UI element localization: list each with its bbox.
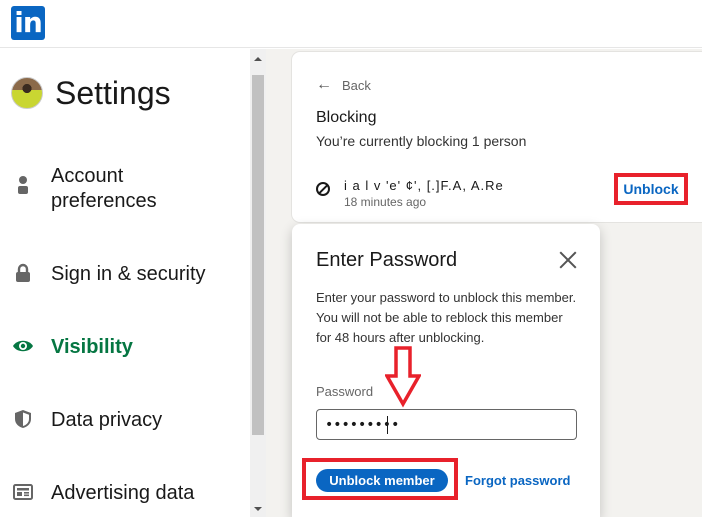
linkedin-logo[interactable]: in <box>11 6 45 40</box>
shield-icon <box>15 410 31 428</box>
back-button[interactable]: ← Back <box>316 76 371 94</box>
section-title: Blocking <box>316 109 377 126</box>
sidebar-item-label: Account preferences <box>51 165 157 212</box>
password-input[interactable] <box>316 409 577 440</box>
scroll-down-arrow-icon[interactable] <box>254 507 262 511</box>
password-label: Password <box>316 384 374 399</box>
sidebar-item-account-preferences[interactable]: Account preferences <box>0 164 250 216</box>
blocked-time: 18 minutes ago <box>344 195 427 209</box>
sidebar-item-label: Advertising data <box>51 482 195 504</box>
annotation-arrow-down-icon <box>385 346 421 408</box>
sidebar-item-label: Visibility <box>51 336 133 358</box>
forgot-password-link[interactable]: Forgot password <box>465 473 570 488</box>
dialog-title: Enter Password <box>316 249 458 271</box>
block-icon <box>316 182 330 196</box>
sidebar-item-label: Data privacy <box>51 409 163 431</box>
page-title: Settings <box>55 75 171 111</box>
eye-icon <box>13 340 33 352</box>
sidebar-item-data-privacy[interactable]: Data privacy <box>0 408 250 433</box>
lock-icon <box>16 263 30 282</box>
unblock-member-button[interactable]: Unblock member <box>316 469 448 492</box>
sidebar-item-sign-in-security[interactable]: Sign in & security <box>0 262 250 287</box>
scrollbar-thumb[interactable] <box>252 75 264 435</box>
back-label: Back <box>342 77 371 93</box>
sidebar-item-label: Sign in & security <box>51 263 206 285</box>
scroll-up-arrow-icon[interactable] <box>254 57 262 61</box>
text-caret <box>387 416 388 434</box>
unblock-button[interactable]: Unblock <box>614 173 688 205</box>
ad-icon <box>13 484 33 500</box>
top-bar: in <box>0 0 702 48</box>
avatar[interactable] <box>11 77 43 109</box>
arrow-left-icon: ← <box>316 76 332 93</box>
blocking-card: ← Back Blocking You’re currently blockin… <box>292 52 702 222</box>
section-subtitle: You’re currently blocking 1 person <box>316 133 527 149</box>
sidebar-item-visibility[interactable]: Visibility <box>0 335 250 360</box>
dialog-description: Enter your password to unblock this memb… <box>316 290 577 345</box>
enter-password-dialog: Enter Password Enter your password to un… <box>292 224 600 517</box>
person-icon <box>18 176 28 194</box>
blocked-member-name[interactable]: i a l v 'e' ¢', [.]F.A, A.Re <box>344 178 504 193</box>
close-icon[interactable] <box>558 250 578 270</box>
sidebar-scrollbar[interactable] <box>250 49 266 517</box>
sidebar-item-advertising-data[interactable]: Advertising data <box>0 481 250 506</box>
